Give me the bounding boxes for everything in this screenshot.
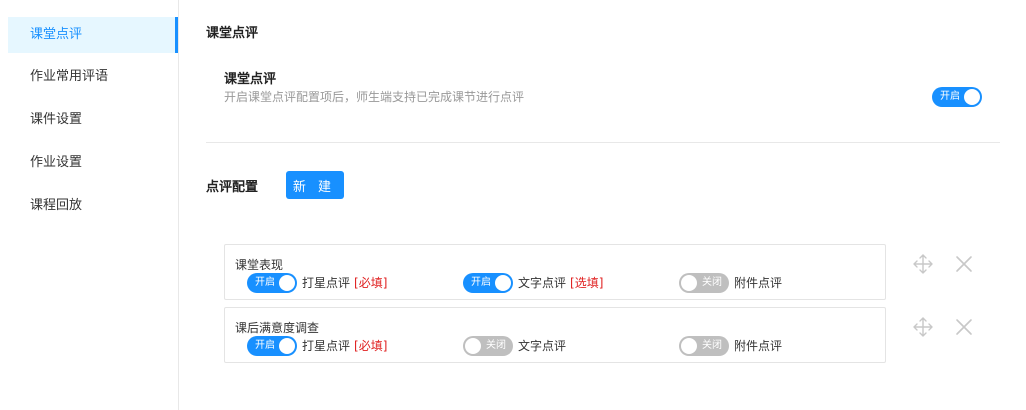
sidebar-item-courseware-settings[interactable]: 课件设置 bbox=[8, 102, 178, 138]
sidebar-item-homework-comments[interactable]: 作业常用评语 bbox=[8, 59, 178, 95]
section-title: 课堂点评 bbox=[206, 26, 259, 41]
option-name: 文字点评 bbox=[518, 276, 567, 290]
toggle-knob bbox=[495, 275, 511, 291]
option-label: 文字点评 bbox=[518, 336, 566, 356]
feature-toggle[interactable]: 开启 bbox=[932, 87, 982, 107]
option-label: 附件点评 bbox=[734, 336, 782, 356]
close-icon[interactable] bbox=[953, 253, 975, 275]
text-review-toggle[interactable]: 开启 bbox=[463, 273, 513, 293]
new-button[interactable]: 新 建 bbox=[286, 171, 344, 199]
toggle-label: 开启 bbox=[255, 277, 275, 288]
option-label: 打星点评 [必填] bbox=[302, 273, 387, 293]
feature-title: 课堂点评 bbox=[224, 72, 277, 87]
toggle-knob bbox=[465, 338, 481, 354]
main-content: 课堂点评 课堂点评 开启课堂点评配置项后，师生端支持已完成课节进行点评 开启 点… bbox=[180, 0, 1026, 410]
sidebar-item-homework-settings[interactable]: 作业设置 bbox=[8, 145, 178, 181]
toggle-knob bbox=[279, 275, 295, 291]
toggle-knob bbox=[681, 338, 697, 354]
option-label: 打星点评 [必填] bbox=[302, 336, 387, 356]
card-title: 课堂表现 bbox=[235, 258, 284, 272]
toggle-label: 开启 bbox=[255, 340, 275, 351]
toggle-knob bbox=[279, 338, 295, 354]
toggle-label: 关闭 bbox=[702, 340, 722, 351]
toggle-label: 关闭 bbox=[486, 340, 506, 351]
config-label: 点评配置 bbox=[206, 180, 259, 195]
card-title: 课后满意度调查 bbox=[235, 321, 320, 335]
option-name: 打星点评 bbox=[302, 339, 351, 353]
toggle-label: 关闭 bbox=[702, 277, 722, 288]
option-label: 文字点评 [选填] bbox=[518, 273, 603, 293]
feature-description: 开启课堂点评配置项后，师生端支持已完成课节进行点评 bbox=[224, 90, 525, 104]
option-name: 打星点评 bbox=[302, 276, 351, 290]
review-card: 课堂表现 开启 打星点评 [必填] 开启 文字点评 [选填] 关闭 附件点评 bbox=[224, 244, 886, 300]
move-icon[interactable] bbox=[912, 253, 934, 275]
sidebar: 课堂点评 作业常用评语 课件设置 作业设置 课程回放 bbox=[0, 0, 179, 410]
star-review-toggle[interactable]: 开启 bbox=[247, 273, 297, 293]
divider bbox=[206, 142, 1000, 143]
option-name: 文字点评 bbox=[518, 339, 567, 353]
sidebar-item-course-playback[interactable]: 课程回放 bbox=[8, 188, 178, 224]
optional-tag: [选填] bbox=[570, 276, 604, 290]
toggle-knob bbox=[681, 275, 697, 291]
required-tag: [必填] bbox=[354, 276, 388, 290]
toggle-knob bbox=[964, 89, 980, 105]
text-review-toggle[interactable]: 关闭 bbox=[463, 336, 513, 356]
attachment-review-toggle[interactable]: 关闭 bbox=[679, 336, 729, 356]
move-icon[interactable] bbox=[912, 316, 934, 338]
close-icon[interactable] bbox=[953, 316, 975, 338]
sidebar-item-class-review[interactable]: 课堂点评 bbox=[8, 17, 178, 53]
option-name: 附件点评 bbox=[734, 276, 783, 290]
star-review-toggle[interactable]: 开启 bbox=[247, 336, 297, 356]
review-card: 课后满意度调查 开启 打星点评 [必填] 关闭 文字点评 关闭 附件点评 bbox=[224, 307, 886, 363]
attachment-review-toggle[interactable]: 关闭 bbox=[679, 273, 729, 293]
required-tag: [必填] bbox=[354, 339, 388, 353]
option-label: 附件点评 bbox=[734, 273, 782, 293]
option-name: 附件点评 bbox=[734, 339, 783, 353]
toggle-label: 开启 bbox=[471, 277, 491, 288]
toggle-label: 开启 bbox=[940, 91, 960, 102]
